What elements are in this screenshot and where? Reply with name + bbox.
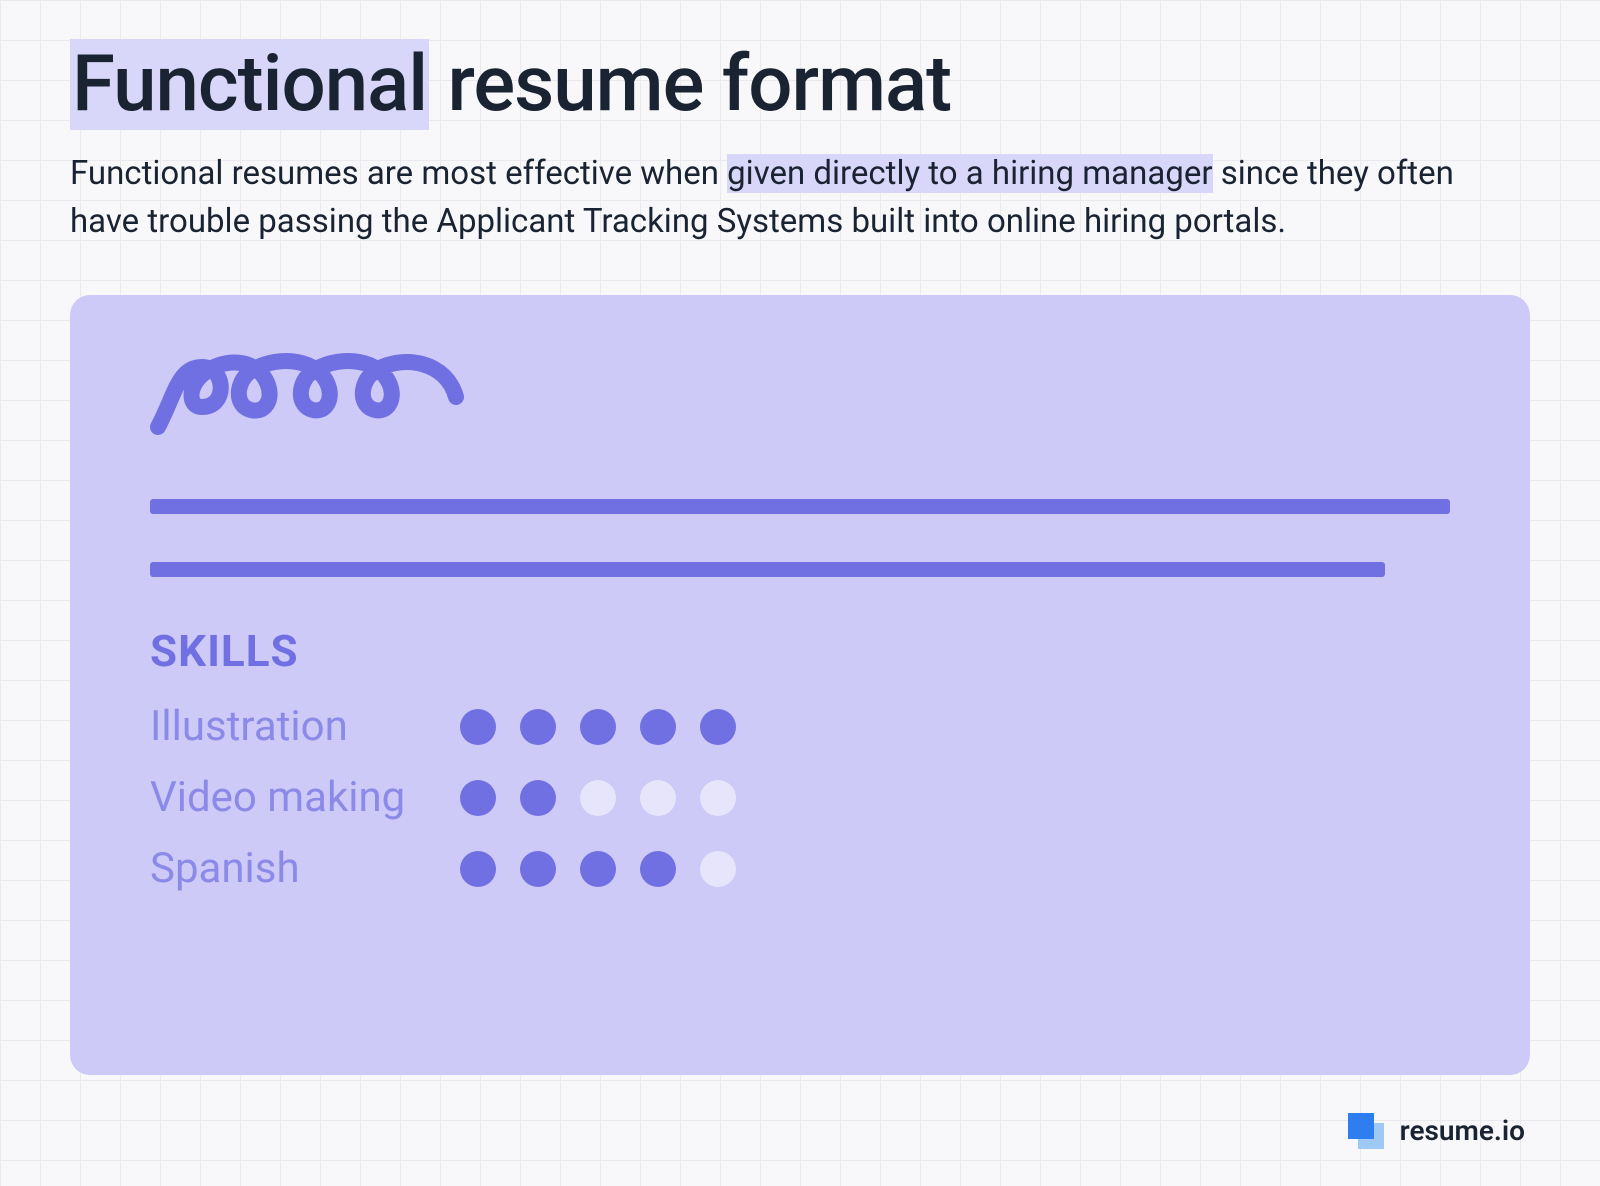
footer-brand-text: resume.io — [1400, 1114, 1525, 1147]
dot-empty — [700, 780, 736, 816]
skill-label: Illustration — [150, 702, 460, 751]
resume-io-logo-icon — [1344, 1109, 1386, 1151]
header-section: Functional resume format Functional resu… — [0, 0, 1600, 245]
squiggle-decoration — [150, 345, 1450, 459]
skill-dots — [460, 851, 736, 887]
skill-row: Illustration — [150, 702, 1450, 751]
skill-label: Spanish — [150, 844, 460, 893]
dot-empty — [700, 851, 736, 887]
dot-filled — [640, 709, 676, 745]
dot-filled — [580, 709, 616, 745]
desc-highlight: given directly to a hiring manager — [727, 154, 1212, 193]
skill-row: Video making — [150, 773, 1450, 822]
description-text: Functional resumes are most effective wh… — [70, 150, 1510, 246]
dot-filled — [460, 780, 496, 816]
dot-filled — [700, 709, 736, 745]
desc-before: Functional resumes are most effective wh… — [70, 154, 727, 193]
page-title: Functional resume format — [70, 40, 1530, 130]
title-highlight: Functional — [70, 39, 429, 130]
placeholder-line-2 — [150, 562, 1385, 577]
dot-empty — [640, 780, 676, 816]
placeholder-line-1 — [150, 499, 1450, 514]
skill-label: Video making — [150, 773, 460, 822]
dot-filled — [460, 709, 496, 745]
squiggle-icon — [150, 345, 470, 455]
skill-dots — [460, 709, 736, 745]
footer-brand: resume.io — [1344, 1109, 1525, 1151]
title-rest: resume format — [429, 39, 951, 130]
dot-filled — [580, 851, 616, 887]
skill-row: Spanish — [150, 844, 1450, 893]
dot-filled — [520, 780, 556, 816]
dot-filled — [520, 851, 556, 887]
dot-filled — [460, 851, 496, 887]
skills-heading: SKILLS — [150, 625, 1450, 677]
resume-preview-card: SKILLS Illustration Video making Spanish — [70, 295, 1530, 1075]
skill-dots — [460, 780, 736, 816]
dot-empty — [580, 780, 616, 816]
skills-section: SKILLS Illustration Video making Spanish — [150, 625, 1450, 893]
dot-filled — [640, 851, 676, 887]
dot-filled — [520, 709, 556, 745]
